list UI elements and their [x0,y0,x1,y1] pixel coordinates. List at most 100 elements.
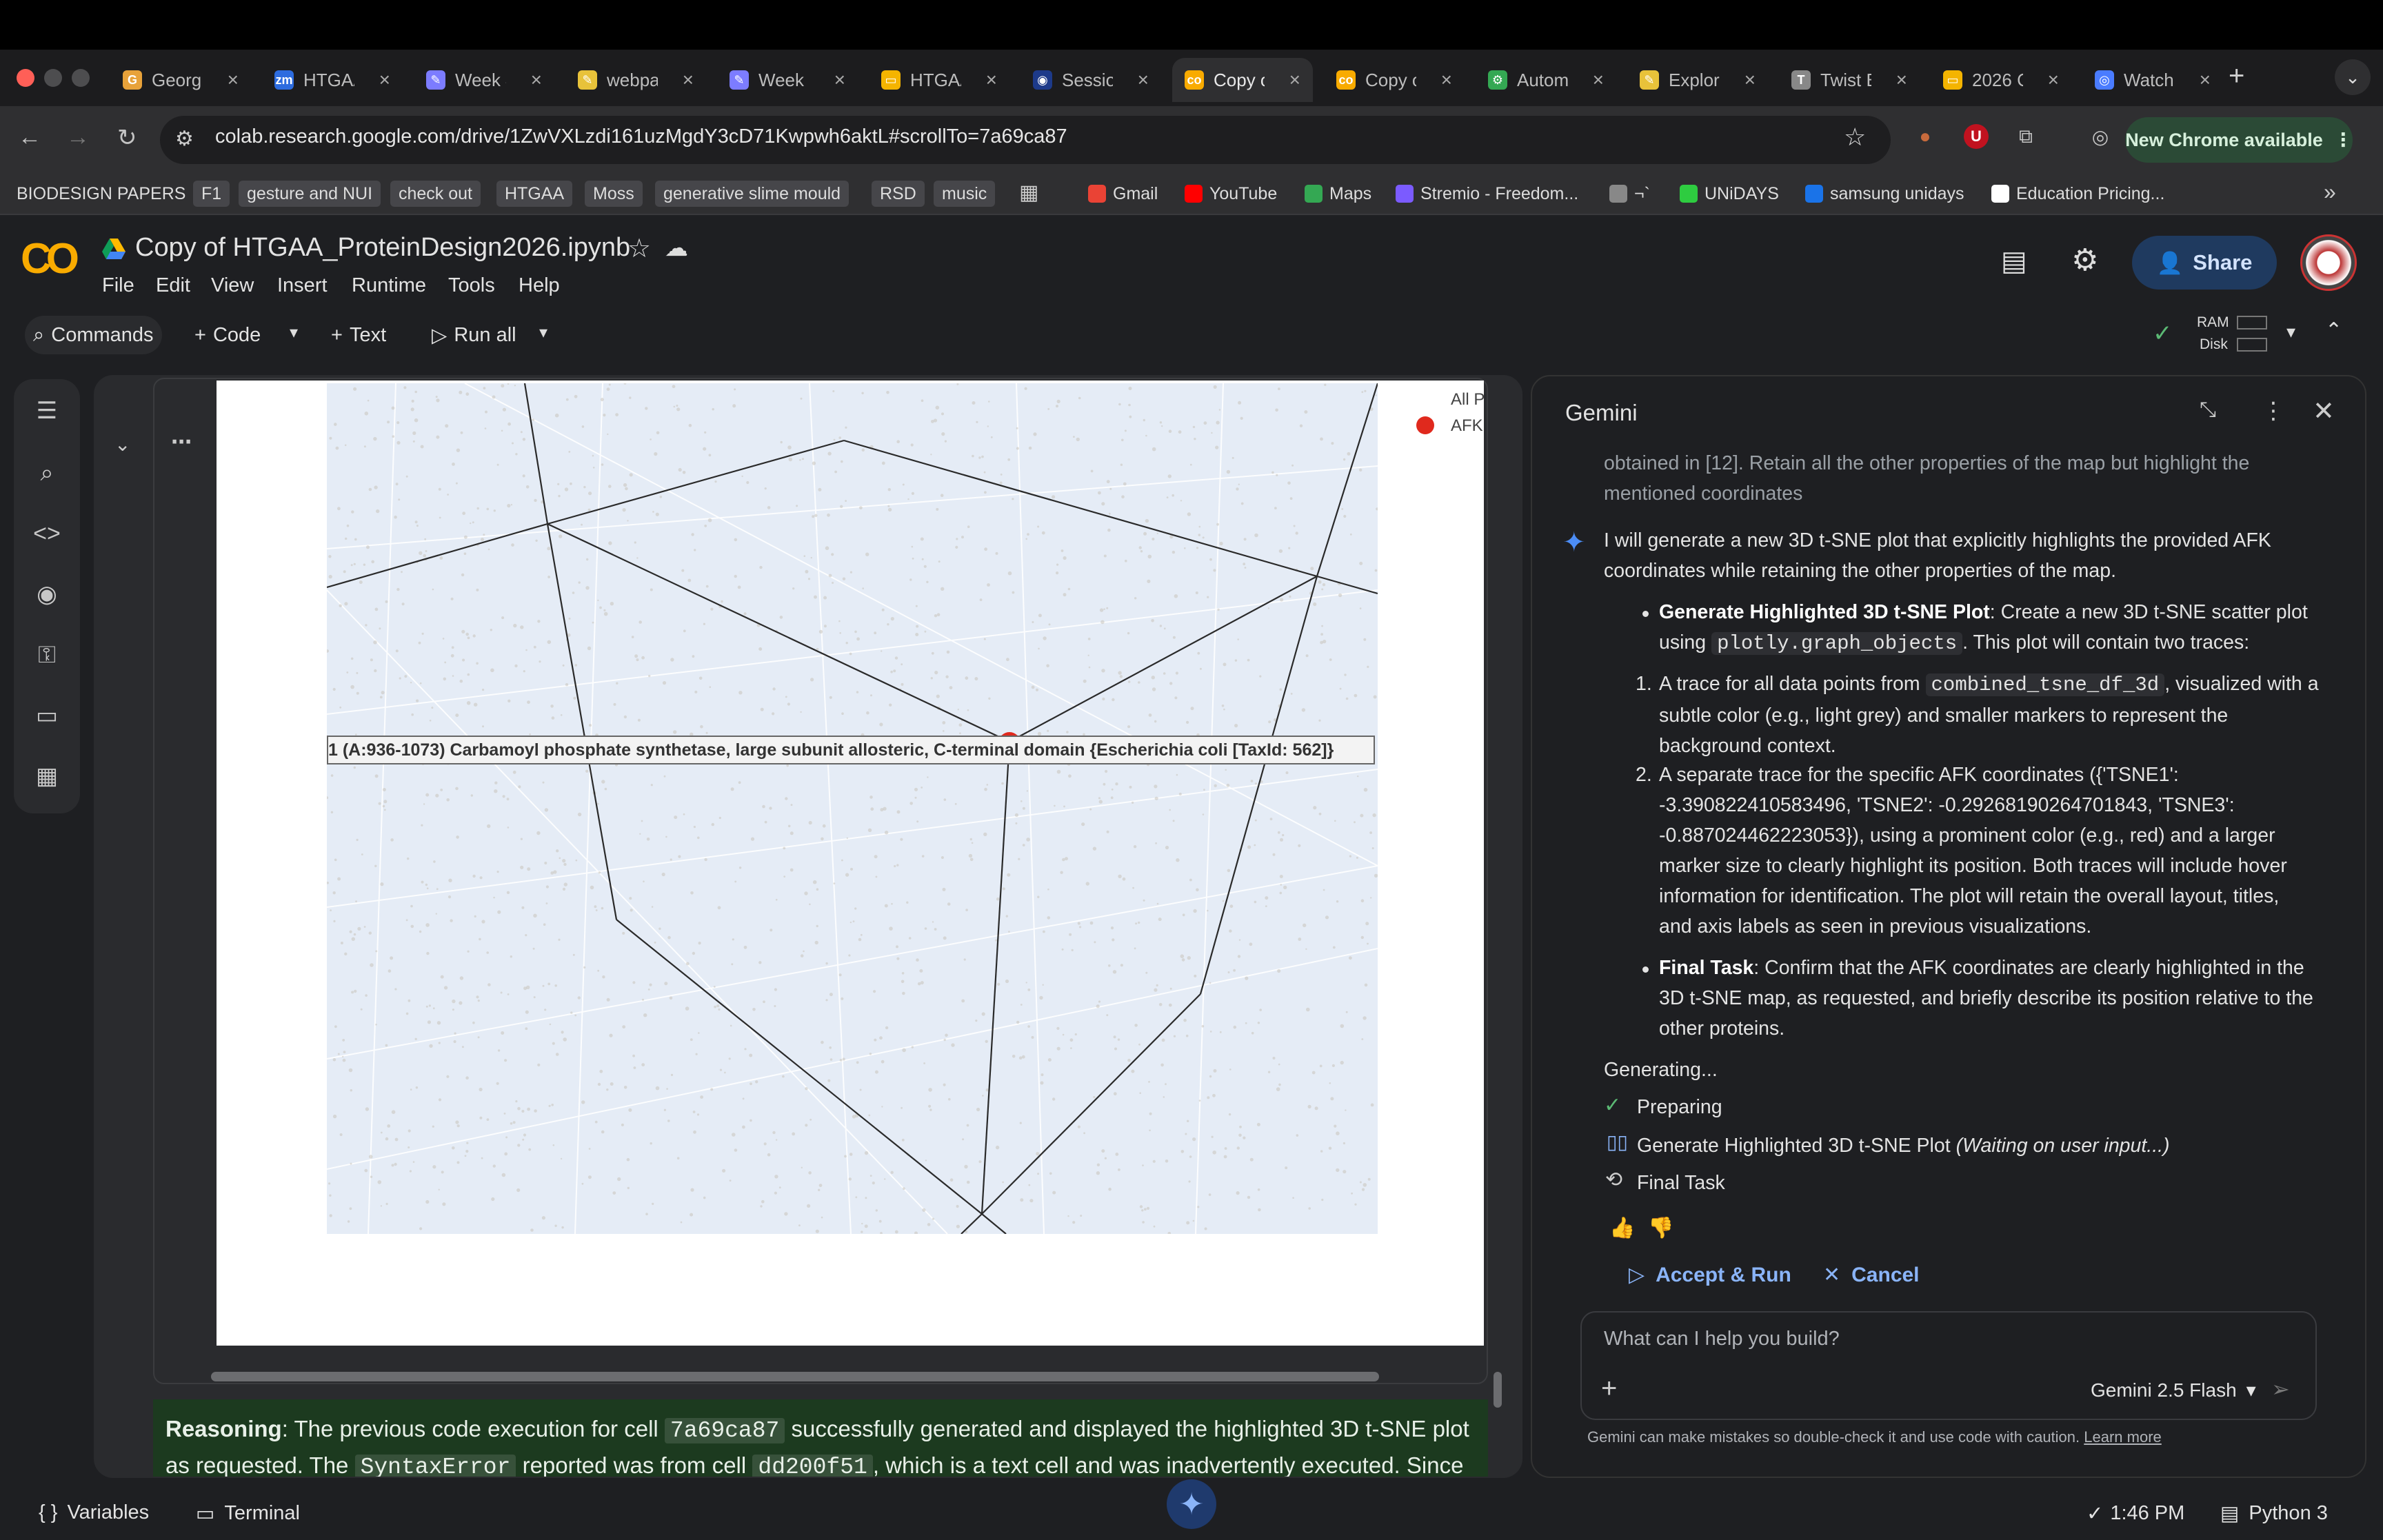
bookmark-item[interactable]: Stremio - Freedom... [1387,181,1587,207]
panel-more-icon[interactable]: ⋮ [2262,397,2285,425]
bookmark-item[interactable]: UNiDAYS [1671,181,1787,207]
learn-more-link[interactable]: Learn more [2084,1428,2162,1446]
browser-tab[interactable]: ◉ Session × [1020,58,1161,102]
tab-close-icon[interactable]: × [1593,69,1604,91]
add-text-button[interactable]: + Text [323,316,394,354]
cancel-button[interactable]: ✕ Cancel [1823,1263,1920,1287]
send-icon[interactable]: ➢ [2271,1376,2290,1402]
disk-meter[interactable] [2237,338,2267,352]
tab-close-icon[interactable]: × [1441,69,1452,91]
star-icon[interactable]: ☆ [627,233,651,264]
ram-meter[interactable] [2237,316,2267,330]
thumbs-up-icon[interactable]: 👍 [1609,1216,1635,1240]
browser-tab[interactable]: ▭ 2026 C × [1931,58,2071,102]
tab-search-button[interactable]: ⌄ [2335,59,2371,95]
thumbs-down-icon[interactable]: 👎 [1648,1216,1673,1240]
minimize-panel-icon[interactable]: ⤡ [2200,398,2216,422]
bookmark-item[interactable]: gesture and NUI [239,181,381,207]
horizontal-scrollbar[interactable] [211,1372,1379,1381]
browser-tab[interactable]: ▭ HTGAA × [869,58,1009,102]
menu-help[interactable]: Help [519,274,560,297]
menu-file[interactable]: File [102,274,134,297]
minimize-window-button[interactable] [44,69,62,87]
bookmark-item[interactable]: Maps [1296,181,1380,207]
browser-tab[interactable]: ✎ Explore × [1627,58,1768,102]
menu-edit[interactable]: Edit [156,274,190,297]
menu-tools[interactable]: Tools [448,274,495,297]
bookmark-item[interactable]: BIODESIGN PAPERS [8,181,194,207]
bookmark-item[interactable]: YouTube [1176,181,1285,207]
colab-logo[interactable]: CO [21,234,79,283]
variables-inspector-icon[interactable]: ◉ [32,579,62,609]
tab-close-icon[interactable]: × [1896,69,1907,91]
extensions-icon[interactable]: ⧉ [2012,123,2040,150]
terminal-button[interactable]: ▭ Terminal [196,1501,300,1526]
browser-tab[interactable]: T Twist B × [1779,58,1920,102]
menu-view[interactable]: View [211,274,254,297]
bookmark-item[interactable]: RSD [872,181,925,207]
tab-close-icon[interactable]: × [1138,69,1149,91]
browser-tab[interactable]: G Georgi × [110,58,251,102]
browser-tab[interactable]: ◎ Watch × [2082,58,2223,102]
accept-run-button[interactable]: ▷ Accept & Run [1629,1263,1791,1287]
cloud-save-icon[interactable]: ☁ [665,234,688,262]
site-info-icon[interactable]: ⚙ [175,127,194,151]
browser-tab[interactable]: ✎ Week 4 × [414,58,554,102]
forward-icon[interactable]: → [66,124,90,151]
secrets-key-icon[interactable]: ⚿ [32,640,62,670]
bookmark-item[interactable]: HTGAA [496,181,573,207]
maximize-window-button[interactable] [72,69,90,87]
browser-tab[interactable]: ✎ Week 0 × [717,58,858,102]
gemini-input-placeholder[interactable]: What can I help you build? [1604,1328,1840,1350]
tab-close-icon[interactable]: × [683,69,694,91]
notebook-title[interactable]: Copy of HTGAA_ProteinDesign2026.ipynb [135,233,630,263]
legend-all-proteins[interactable]: All P [1451,390,1485,409]
browser-tab[interactable]: ⚙ Automa × [1476,58,1616,102]
code-snippets-icon[interactable]: <> [32,518,62,549]
tab-close-icon[interactable]: × [379,69,390,91]
execution-time[interactable]: ✓ 1:46 PM [2087,1501,2184,1526]
tab-close-icon[interactable]: × [2200,69,2211,91]
tab-close-icon[interactable]: × [986,69,997,91]
account-avatar[interactable] [2300,234,2357,291]
settings-gear-icon[interactable]: ⚙ [2071,243,2098,278]
bookmark-item[interactable]: music [934,181,996,207]
table-of-contents-icon[interactable]: ☰ [32,396,62,426]
gemini-fab-button[interactable]: ✦ [1167,1479,1216,1529]
vertical-scrollbar[interactable] [1494,1372,1502,1408]
close-panel-icon[interactable]: ✕ [2313,396,2335,427]
bookmark-item[interactable]: check out [390,181,481,207]
browser-tab[interactable]: co Copy of × [1324,58,1465,102]
share-button[interactable]: 👤 Share [2132,236,2277,290]
bookmark-item[interactable]: generative slime mould [655,181,849,207]
apps-grid-icon[interactable]: ▦ [1019,181,1038,205]
legend-afk[interactable]: AFK [1451,416,1483,436]
collapse-cell-icon[interactable]: ⌄ [114,433,130,456]
new-chrome-available-button[interactable]: New Chrome available ⋮ [2125,117,2353,163]
close-window-button[interactable] [17,69,34,87]
extension-cookie-icon[interactable]: ● [1911,123,1939,150]
new-tab-button[interactable]: + [2229,61,2244,92]
bookmark-item[interactable]: Education Pricing... [1983,181,2173,207]
add-attachment-icon[interactable]: + [1601,1373,1617,1404]
back-icon[interactable]: ← [18,124,41,151]
run-all-dropdown-icon[interactable]: ▾ [539,323,547,343]
add-code-button[interactable]: + Code [186,316,269,354]
menu-insert[interactable]: Insert [277,274,328,297]
reasoning-text-cell[interactable]: Reasoning: The previous code execution f… [153,1399,1488,1477]
tab-close-icon[interactable]: × [228,69,239,91]
tab-close-icon[interactable]: × [834,69,845,91]
bookmark-item[interactable]: Gmail [1080,181,1166,207]
code-dropdown-icon[interactable]: ▾ [290,323,298,343]
url-text[interactable]: colab.research.google.com/drive/1ZwVXLzd… [215,125,1067,148]
browser-tab[interactable]: zm HTGAA × [262,58,403,102]
comments-icon[interactable]: ▤ [2001,245,2027,277]
runtime-button[interactable]: ▤ Python 3 [2220,1501,2328,1526]
cell-more-icon[interactable]: ⋯ [171,430,192,454]
variables-button[interactable]: { } Variables [39,1501,149,1524]
bookmark-star-icon[interactable]: ☆ [1844,123,1866,152]
data-table-icon[interactable]: ▦ [32,761,62,791]
tab-close-icon[interactable]: × [2048,69,2059,91]
browser-tab[interactable]: ✎ webpage × [565,58,706,102]
bookmark-item[interactable]: Moss [585,181,643,207]
